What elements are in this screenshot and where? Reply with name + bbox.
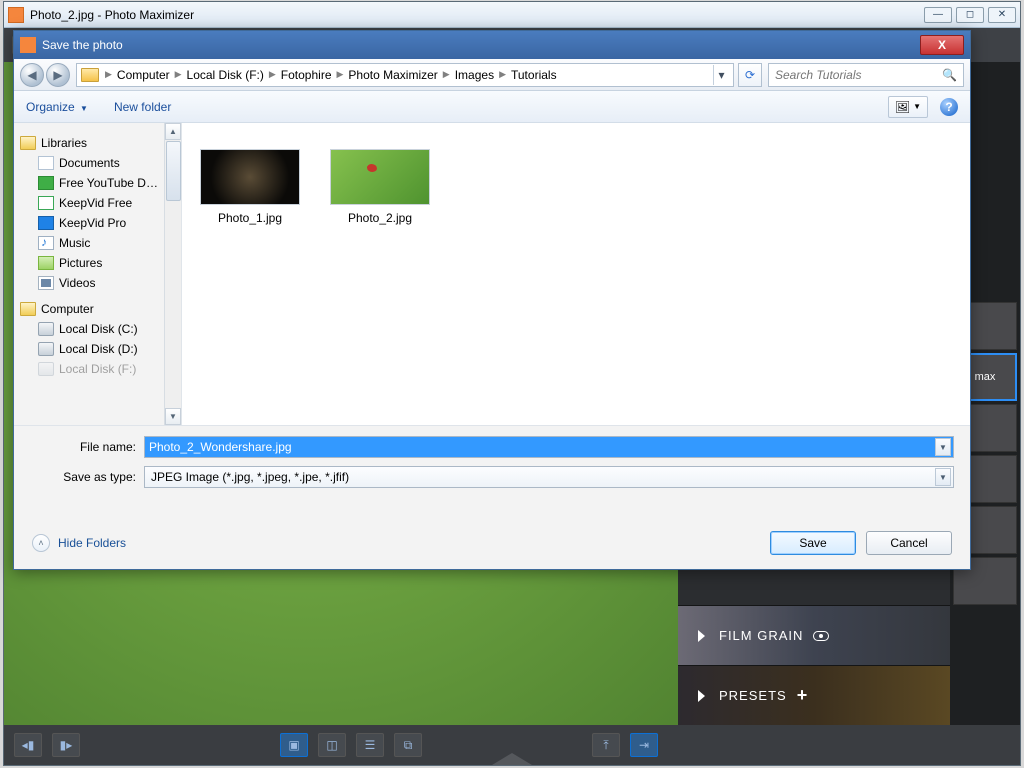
refresh-button[interactable]: ⟳: [738, 63, 762, 87]
view-compare-icon[interactable]: ☰: [356, 733, 384, 757]
tree-pictures[interactable]: Pictures: [38, 253, 181, 273]
file-name-label: File name:: [30, 440, 136, 454]
cancel-button[interactable]: Cancel: [866, 531, 952, 555]
presets-section[interactable]: PRESETS +: [678, 665, 950, 725]
tree-scrollbar[interactable]: ▲ ▼: [164, 123, 181, 425]
tree-disk-d[interactable]: Local Disk (D:): [38, 339, 181, 359]
folder-icon: [81, 68, 99, 82]
crumb-local-disk-f[interactable]: Local Disk (F:)▶: [187, 68, 281, 82]
maximize-button[interactable]: ◻: [956, 7, 984, 23]
save-button[interactable]: Save: [770, 531, 856, 555]
search-input[interactable]: [775, 68, 942, 82]
view-mode-button[interactable]: 🖼 ▼: [888, 96, 928, 118]
tree-disk-f[interactable]: Local Disk (F:): [38, 359, 181, 379]
file-item-photo-1[interactable]: Photo_1.jpg: [200, 149, 300, 225]
view-single-icon[interactable]: ▣: [280, 733, 308, 757]
breadcrumb-dropdown[interactable]: ▾: [713, 65, 729, 85]
crumb-images[interactable]: Images▶: [455, 68, 511, 82]
dialog-title: Save the photo: [42, 38, 920, 52]
dialog-titlebar: Save the photo X: [14, 31, 970, 59]
expand-icon: [698, 630, 705, 642]
hide-folders-button[interactable]: ˄ Hide Folders: [32, 534, 126, 552]
tree-disk-c[interactable]: Local Disk (C:): [38, 319, 181, 339]
scroll-thumb[interactable]: [166, 141, 181, 201]
dialog-nav: ◀ ▶ ▶ Computer▶ Local Disk (F:)▶ Fotophi…: [14, 59, 970, 91]
close-app-button[interactable]: ✕: [988, 7, 1016, 23]
help-button[interactable]: ?: [940, 98, 958, 116]
view-layout-icon[interactable]: ⧉: [394, 733, 422, 757]
app-titlebar: Photo_2.jpg - Photo Maximizer — ◻ ✕: [4, 2, 1020, 28]
new-folder-button[interactable]: New folder: [114, 100, 171, 114]
import-icon[interactable]: ⇥: [630, 733, 658, 757]
scroll-up-icon[interactable]: ▲: [165, 123, 181, 140]
film-grain-section[interactable]: FILM GRAIN: [678, 605, 950, 665]
breadcrumb-bar[interactable]: ▶ Computer▶ Local Disk (F:)▶ Fotophire▶ …: [76, 63, 734, 87]
tree-libraries[interactable]: Libraries: [20, 133, 181, 153]
film-grain-label: FILM GRAIN: [719, 628, 803, 643]
save-as-type-select[interactable]: JPEG Image (*.jpg, *.jpeg, *.jpe, *.jfif…: [144, 466, 954, 488]
file-item-photo-2[interactable]: Photo_2.jpg: [330, 149, 430, 225]
file-name-dropdown-icon[interactable]: ▼: [935, 438, 951, 456]
view-split-icon[interactable]: ◫: [318, 733, 346, 757]
save-as-type-label: Save as type:: [30, 470, 136, 484]
crumb-photo-maximizer[interactable]: Photo Maximizer▶: [348, 68, 454, 82]
thumbnail-icon: [330, 149, 430, 205]
crumb-computer[interactable]: Computer▶: [117, 68, 187, 82]
dialog-fields: File name: Photo_2_Wondershare.jpg ▼ Sav…: [14, 425, 970, 488]
file-name: Photo_2.jpg: [330, 211, 430, 225]
presets-label: PRESETS: [719, 688, 787, 703]
save-as-type-value: JPEG Image (*.jpg, *.jpeg, *.jpe, *.jfif…: [147, 470, 935, 484]
nav-forward-button[interactable]: ▶: [46, 63, 70, 87]
tree-keepvid-free[interactable]: KeepVid Free: [38, 193, 181, 213]
minimize-button[interactable]: —: [924, 7, 952, 23]
tree-documents[interactable]: Documents: [38, 153, 181, 173]
chevron-up-icon: ˄: [32, 534, 50, 552]
file-list[interactable]: Photo_1.jpg Photo_2.jpg: [182, 123, 970, 425]
file-name-value: Photo_2_Wondershare.jpg: [147, 440, 935, 454]
tree-computer[interactable]: Computer: [20, 299, 181, 319]
visibility-icon[interactable]: [813, 631, 829, 641]
scroll-down-icon[interactable]: ▼: [165, 408, 181, 425]
search-icon: 🔍: [942, 68, 957, 82]
tree-music[interactable]: Music: [38, 233, 181, 253]
folder-tree: Libraries Documents Free YouTube Down Ke…: [14, 123, 182, 425]
footer-prev-icon[interactable]: ◂▮: [14, 733, 42, 757]
nav-back-button[interactable]: ◀: [20, 63, 44, 87]
app-title: Photo_2.jpg - Photo Maximizer: [30, 8, 920, 22]
footer-next-icon[interactable]: ▮▸: [52, 733, 80, 757]
file-name-input[interactable]: Photo_2_Wondershare.jpg ▼: [144, 436, 954, 458]
dialog-bottom: ˄ Hide Folders Save Cancel: [14, 517, 970, 569]
tree-keepvid-pro[interactable]: KeepVid Pro: [38, 213, 181, 233]
organize-menu[interactable]: Organize ▼: [26, 100, 88, 114]
expand-icon: [698, 690, 705, 702]
dialog-toolbar: Organize ▼ New folder 🖼 ▼ ?: [14, 91, 970, 123]
export-icon[interactable]: ⤒: [592, 733, 620, 757]
search-box[interactable]: 🔍: [768, 63, 964, 87]
add-preset-icon[interactable]: +: [797, 685, 808, 706]
dialog-close-button[interactable]: X: [920, 35, 964, 55]
crumb-tutorials[interactable]: Tutorials: [511, 68, 557, 82]
thumbnail-icon: [200, 149, 300, 205]
dialog-body: Libraries Documents Free YouTube Down Ke…: [14, 123, 970, 425]
tree-videos[interactable]: Videos: [38, 273, 181, 293]
file-name: Photo_1.jpg: [200, 211, 300, 225]
save-dialog: Save the photo X ◀ ▶ ▶ Computer▶ Local D…: [13, 30, 971, 570]
tree-free-youtube[interactable]: Free YouTube Down: [38, 173, 181, 193]
dialog-icon: [20, 37, 36, 53]
crumb-fotophire[interactable]: Fotophire▶: [281, 68, 349, 82]
save-as-type-dropdown-icon[interactable]: ▼: [935, 468, 951, 486]
app-icon: [8, 7, 24, 23]
